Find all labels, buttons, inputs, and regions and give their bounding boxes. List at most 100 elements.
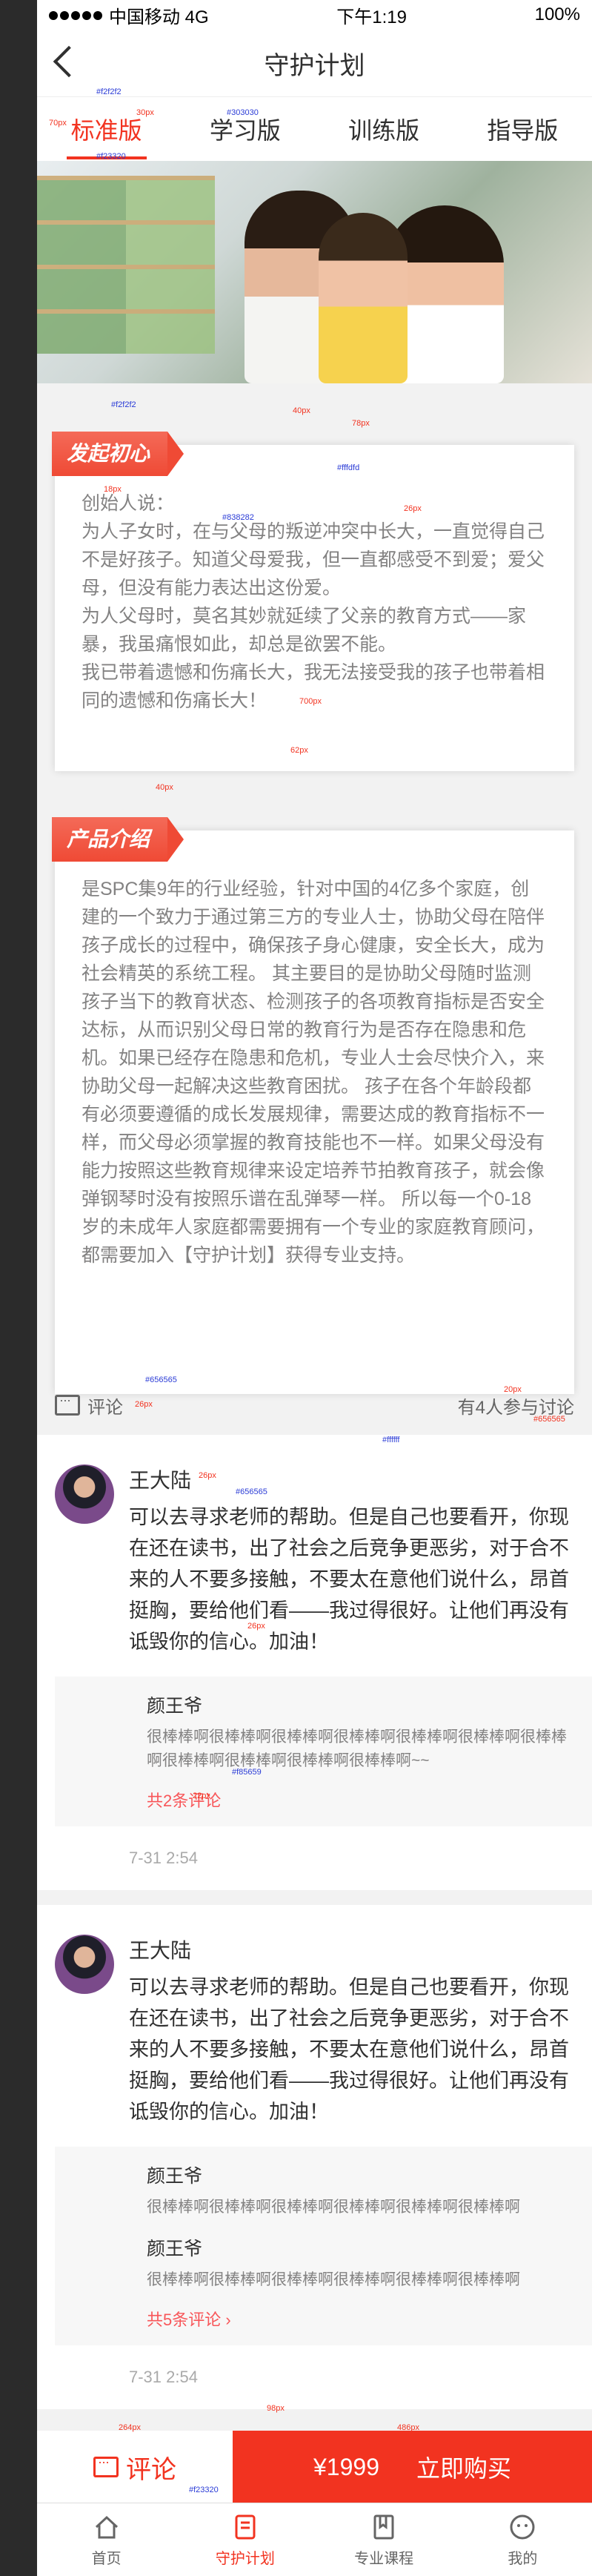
book-icon: [373, 2514, 394, 2539]
comments-label: 评论: [87, 1397, 123, 1418]
annotation: 18px: [104, 485, 122, 494]
annotation: 700px: [299, 697, 322, 706]
annotation: #656565: [236, 1487, 267, 1496]
reply-name: 颜王爷: [147, 2166, 203, 2187]
annotation: 264px: [119, 2423, 141, 2432]
tab-training[interactable]: 训练版: [344, 105, 424, 153]
commenter-name: 王大陆: [129, 1469, 192, 1492]
page-title: 守护计划: [264, 51, 365, 80]
reply-text: 很棒棒啊很棒棒啊很棒棒啊很棒棒啊很棒棒啊很棒棒啊: [147, 2271, 520, 2288]
comment-bubble-icon: [93, 2454, 119, 2477]
comment-text: 可以去寻求老师的帮助。但是自己也要看开，你现在还在读书，出了社会之后竞争更恶劣，…: [129, 1506, 569, 1653]
tab-standard[interactable]: 标准版: [66, 105, 147, 159]
tab-guard-plan-label: 守护计划: [215, 2550, 275, 2567]
annotation: 486px: [397, 2423, 419, 2432]
tab-guard-plan[interactable]: 守护计划: [176, 2503, 314, 2576]
product-paragraph: 是SPC集9年的行业经验，针对中国的4亿多个家庭，创建的一个致力于通过第三方的专…: [82, 879, 545, 1266]
commenter-name: 王大陆: [129, 1939, 192, 1962]
carrier-label: 中国移动 4G: [109, 7, 209, 27]
tab-courses[interactable]: 专业课程: [315, 2503, 453, 2576]
tab-home[interactable]: 首页: [37, 2503, 176, 2576]
reply-item: 颜王爷 很棒棒啊很棒棒啊很棒棒啊很棒棒啊很棒棒啊很棒棒啊: [147, 2161, 574, 2219]
reply-text: 很棒棒啊很棒棒啊很棒棒啊很棒棒啊很棒棒啊很棒棒啊很棒棒啊很棒棒啊很棒棒啊很棒棒啊…: [147, 1728, 567, 1769]
comment-text: 可以去寻求老师的帮助。但是自己也要看开，你现在还在读书，出了社会之后竞争更恶劣，…: [129, 1976, 569, 2123]
purchase-bar: 评论 ¥1999 立即购买: [37, 2431, 592, 2503]
annotation: 22px: [193, 1791, 210, 1800]
bottom-tab-bar: 首页 守护计划 专业课程 我的: [37, 2503, 592, 2576]
reply-name: 颜王爷: [147, 1696, 203, 1717]
annotation: 98px: [267, 2404, 285, 2413]
reply-item: 颜王爷 很棒棒啊很棒棒啊很棒棒啊很棒棒啊很棒棒啊很棒棒啊很棒棒啊很棒棒啊很棒棒啊…: [147, 1691, 574, 1773]
annotation: #f23320: [189, 2486, 219, 2494]
tab-me[interactable]: 我的: [453, 2503, 592, 2576]
annotation: #656565: [533, 1415, 565, 1424]
family-banner-image: [37, 161, 592, 383]
more-replies-link[interactable]: 共2条评论: [147, 1788, 574, 1812]
tab-me-label: 我的: [508, 2550, 538, 2567]
annotation: 70px: [49, 119, 67, 128]
reply-name: 颜王爷: [147, 2239, 203, 2259]
clock: 下午1:19: [336, 7, 407, 27]
buy-now-label: 立即购买: [416, 2455, 511, 2482]
child-figure: [319, 213, 408, 383]
user-icon: [510, 2514, 535, 2539]
reply-box: 颜王爷 很棒棒啊很棒棒啊很棒棒啊很棒棒啊很棒棒啊很棒棒啊 颜王爷 很棒棒啊很棒棒…: [55, 2147, 592, 2345]
annotation: 26px: [135, 1400, 153, 1409]
origin-paragraph: 创始人说：: [82, 493, 175, 514]
comment-item: 王大陆 可以去寻求老师的帮助。但是自己也要看开，你现在还在读书，出了社会之后竞争…: [37, 1905, 592, 2409]
phone-screen: 中国移动 4G 下午1:19 100% 守护计划 标准版 学习版 训练版 指导版…: [37, 0, 592, 2576]
annotation: 78px: [352, 419, 370, 428]
more-replies-link[interactable]: 共5条评论 ›: [147, 2307, 574, 2331]
annotation: 26px: [404, 504, 422, 513]
chevron-right-icon: ›: [225, 2311, 231, 2329]
annotation: #303030: [227, 108, 259, 117]
origin-ribbon: 发起初心: [52, 432, 184, 476]
comment-time: 7-31 2:54: [129, 1849, 198, 1867]
buy-now-button[interactable]: ¥1999 立即购买: [233, 2431, 592, 2503]
tab-guidance[interactable]: 指导版: [482, 105, 562, 153]
battery-label: 100%: [534, 4, 580, 24]
home-icon: [95, 2515, 118, 2538]
back-chevron-icon[interactable]: [53, 45, 85, 78]
reply-text: 很棒棒啊很棒棒啊很棒棒啊很棒棒啊很棒棒啊很棒棒啊: [147, 2199, 520, 2216]
annotation: #f85659: [232, 1768, 262, 1777]
avatar[interactable]: [55, 1935, 114, 1994]
tab-home-label: 首页: [91, 2550, 122, 2567]
origin-paragraph: 为人父母时，莫名其妙就延续了父亲的教育方式——家暴，我虽痛恨如此，却总是欲罢不能…: [82, 606, 527, 655]
origin-card: 发起初心 创始人说： 为人子女时，在与父母的叛逆冲突中长大，一直觉得自己不是好孩…: [52, 432, 574, 771]
product-ribbon: 产品介绍: [52, 817, 184, 862]
annotation: 20px: [504, 1385, 522, 1394]
comment-item: 王大陆 可以去寻求老师的帮助。但是自己也要看开，你现在还在读书，出了社会之后竞争…: [37, 1435, 592, 1890]
annotation: #f2f2f2: [111, 400, 136, 409]
comment-button-label: 评论: [126, 2455, 176, 2484]
annotation: 26px: [199, 1471, 216, 1480]
reply-item: 颜王爷 很棒棒啊很棒棒啊很棒棒啊很棒棒啊很棒棒啊很棒棒啊: [147, 2234, 574, 2292]
tab-courses-label: 专业课程: [354, 2550, 414, 2567]
origin-text: 创始人说： 为人子女时，在与父母的叛逆冲突中长大，一直觉得自己不是好孩子。知道父…: [55, 445, 574, 730]
comments-header: 评论 有4人参与讨论: [37, 1390, 592, 1420]
product-text: 是SPC集9年的行业经验，针对中国的4亿多个家庭，创建的一个致力于通过第三方的专…: [55, 830, 574, 1284]
annotation: 30px: [136, 108, 154, 117]
shield-doc-icon: [235, 2514, 256, 2539]
comment-time: 7-31 2:54: [129, 2368, 198, 2386]
avatar[interactable]: [55, 1464, 114, 1524]
annotation: #838282: [222, 513, 254, 522]
more-replies-label: 共5条评论: [147, 2311, 222, 2329]
annotation: #656565: [145, 1375, 177, 1384]
comments-label-group: 评论: [55, 1393, 123, 1419]
annotation: 62px: [290, 746, 308, 755]
annotation: #f23320: [96, 152, 126, 161]
annotation: #ffffff: [382, 1436, 400, 1444]
divider: [37, 1890, 592, 1905]
annotation: 40px: [293, 406, 310, 415]
annotation: 26px: [247, 1622, 265, 1631]
bookshelf-shape: [37, 176, 215, 354]
reply-box: 颜王爷 很棒棒啊很棒棒啊很棒棒啊很棒棒啊很棒棒啊很棒棒啊很棒棒啊很棒棒啊很棒棒啊…: [55, 1677, 592, 1826]
comment-list: 王大陆 可以去寻求老师的帮助。但是自己也要看开，你现在还在读书，出了社会之后竞争…: [37, 1435, 592, 2409]
annotation: #f2f2f2: [96, 87, 122, 96]
annotation: 40px: [156, 783, 173, 792]
signal-area: 中国移动 4G: [49, 2, 209, 28]
price-label: ¥1999: [313, 2453, 379, 2480]
comment-bubble-icon: [55, 1393, 80, 1416]
origin-paragraph: 为人子女时，在与父母的叛逆冲突中长大，一直觉得自己不是好孩子。知道父母爱我，但一…: [82, 521, 545, 598]
